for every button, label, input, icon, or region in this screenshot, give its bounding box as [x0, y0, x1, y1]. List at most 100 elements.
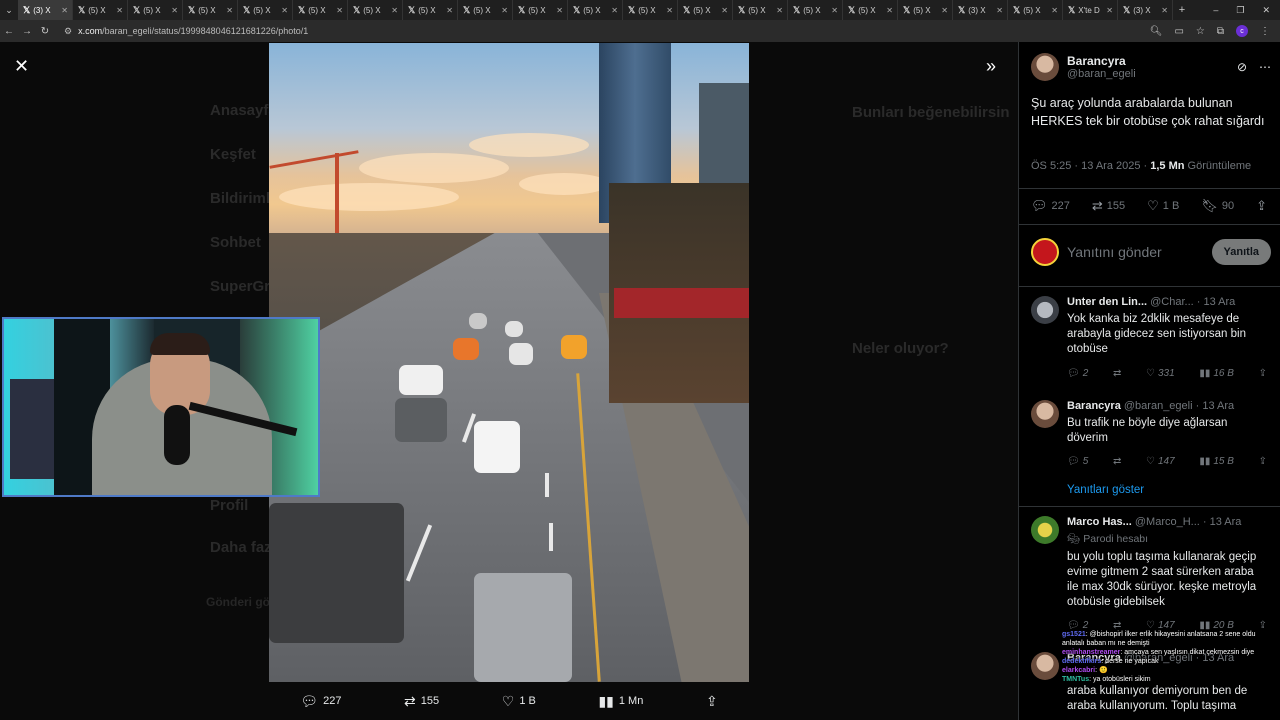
reply-item[interactable]: Barancyra @baran_egeli · 13 Ara Bu trafi… — [1031, 400, 1271, 480]
browser-tab[interactable]: 𝕏 (5) X ✕ — [898, 0, 953, 20]
reply-avatar[interactable] — [1031, 516, 1059, 544]
tweet-photo[interactable] — [269, 43, 749, 682]
tab-close-icon[interactable]: ✕ — [611, 6, 618, 15]
photo-reply-button[interactable]: 💬︎ 227 — [300, 693, 341, 710]
tab-close-icon[interactable]: ✕ — [996, 6, 1003, 15]
more-options-icon[interactable]: ⋯ — [1259, 60, 1271, 74]
reply-submit-button[interactable]: Yanıtla — [1211, 239, 1271, 265]
browser-tab[interactable]: 𝕏 X'te D ✕ — [1063, 0, 1118, 20]
reply-avatar[interactable] — [1031, 400, 1059, 428]
reply-handle[interactable]: @Marco_H... — [1135, 516, 1200, 528]
reply-views-button[interactable]: ▮▮ 15 B — [1199, 456, 1234, 467]
tab-close-icon[interactable]: ✕ — [666, 6, 673, 15]
browser-tab[interactable]: 𝕏 (5) X ✕ — [238, 0, 293, 20]
author-avatar[interactable] — [1031, 53, 1059, 81]
expand-panel-icon[interactable]: » — [986, 56, 996, 77]
like-button[interactable]: ♡ 1 B — [1147, 198, 1179, 214]
reply-reply-button[interactable]: 💬︎ 2 — [1067, 368, 1088, 379]
tab-close-icon[interactable]: ✕ — [391, 6, 398, 15]
reply-input[interactable]: Yanıtını gönder — [1067, 244, 1204, 260]
tab-close-icon[interactable]: ✕ — [281, 6, 288, 15]
browser-tab[interactable]: 𝕏 (5) X ✕ — [73, 0, 128, 20]
reply-avatar[interactable] — [1031, 652, 1059, 680]
reply-name[interactable]: Unter den Lin... — [1067, 296, 1147, 308]
zoom-icon[interactable]: 🔍︎ — [1150, 26, 1163, 37]
browser-tab[interactable]: 𝕏 (5) X ✕ — [568, 0, 623, 20]
browser-tab[interactable]: 𝕏 (5) X ✕ — [788, 0, 843, 20]
tab-close-icon[interactable]: ✕ — [941, 6, 948, 15]
photo-views-button[interactable]: ▮▮ 1 Mn — [598, 693, 643, 710]
reply-avatar[interactable] — [1031, 296, 1059, 324]
reply-like-button[interactable]: ♡ 147 — [1146, 456, 1175, 467]
minimize-icon[interactable]: – — [1213, 5, 1218, 16]
tab-close-icon[interactable]: ✕ — [336, 6, 343, 15]
share-button[interactable]: ⇪ — [1256, 198, 1267, 214]
browser-tab[interactable]: 𝕏 (5) X ✕ — [458, 0, 513, 20]
tab-close-icon[interactable]: ✕ — [501, 6, 508, 15]
close-photo-icon[interactable]: ✕ — [14, 56, 29, 77]
browser-tab[interactable]: 𝕏 (5) X ✕ — [733, 0, 788, 20]
repost-button[interactable]: ⇄ 155 — [1092, 198, 1125, 214]
browser-tab[interactable]: 𝕏 (5) X ✕ — [183, 0, 238, 20]
browser-tab[interactable]: 𝕏 (5) X ✕ — [293, 0, 348, 20]
bookmark-button[interactable]: 🔖︎ 90 — [1201, 198, 1234, 214]
photo-share-button[interactable]: ⇪ — [706, 693, 718, 710]
reply-repost-button[interactable]: ⇄ — [1113, 368, 1121, 379]
tab-close-icon[interactable]: ✕ — [776, 6, 783, 15]
tab-close-icon[interactable]: ✕ — [886, 6, 893, 15]
reply-name[interactable]: Marco Has... — [1067, 516, 1132, 528]
reply-date[interactable]: · 13 Ara — [1197, 296, 1236, 308]
reply-button[interactable]: 💬︎ 227 — [1031, 198, 1070, 214]
profile-avatar[interactable]: c — [1236, 25, 1248, 37]
photo-like-button[interactable]: ♡ 1 B — [502, 693, 536, 710]
forward-icon[interactable]: → — [18, 26, 36, 37]
author-handle[interactable]: @baran_egeli — [1067, 68, 1136, 80]
tab-close-icon[interactable]: ✕ — [116, 6, 123, 15]
reply-item[interactable]: Marco Has... @Marco_H... · 13 Ara 🎭︎ Par… — [1031, 516, 1271, 646]
reply-name[interactable]: Barancyra — [1067, 400, 1121, 412]
tab-close-icon[interactable]: ✕ — [556, 6, 563, 15]
browser-tab[interactable]: 𝕏 (5) X ✕ — [348, 0, 403, 20]
reply-like-button[interactable]: ♡ 331 — [1146, 368, 1175, 379]
browser-tab[interactable]: 𝕏 (3) X ✕ — [1118, 0, 1173, 20]
browser-tab[interactable]: 𝕏 (5) X ✕ — [623, 0, 678, 20]
tab-search-icon[interactable]: ⌄ — [0, 0, 18, 20]
tab-close-icon[interactable]: ✕ — [446, 6, 453, 15]
browser-tab[interactable]: 𝕏 (5) X ✕ — [513, 0, 568, 20]
reply-date[interactable]: · 13 Ara — [1196, 400, 1235, 412]
tab-close-icon[interactable]: ✕ — [831, 6, 838, 15]
extensions-icon[interactable]: ⧉ — [1217, 26, 1224, 37]
tab-close-icon[interactable]: ✕ — [721, 6, 728, 15]
browser-tab[interactable]: 𝕏 (5) X ✕ — [128, 0, 183, 20]
photo-repost-button[interactable]: ⇄ 155 — [404, 693, 439, 710]
tweet-time[interactable]: ÖS 5:25 · 13 Ara 2025 · — [1031, 160, 1150, 172]
bookmark-star-icon[interactable]: ☆ — [1196, 26, 1205, 37]
reply-handle[interactable]: @Char... — [1150, 296, 1194, 308]
tab-close-icon[interactable]: ✕ — [171, 6, 178, 15]
cast-icon[interactable]: ▭ — [1174, 26, 1183, 37]
tab-close-icon[interactable]: ✕ — [1106, 6, 1113, 15]
show-replies-link[interactable]: Yanıtları göster — [1067, 484, 1144, 496]
tab-close-icon[interactable]: ✕ — [226, 6, 233, 15]
url-field[interactable]: ⚙ x.com/baran_egeli/status/1999848046121… — [64, 26, 1150, 37]
browser-tab[interactable]: 𝕏 (5) X ✕ — [403, 0, 458, 20]
reply-repost-button[interactable]: ⇄ — [1113, 456, 1121, 467]
reply-share-button[interactable]: ⇪ — [1259, 456, 1267, 467]
site-info-icon[interactable]: ⚙ — [64, 26, 72, 37]
grok-icon[interactable]: ⊘ — [1237, 60, 1247, 74]
reply-item[interactable]: Unter den Lin... @Char... · 13 Ara Yok k… — [1031, 296, 1271, 396]
tab-close-icon[interactable]: ✕ — [1161, 6, 1168, 15]
browser-tab[interactable]: 𝕏 (5) X ✕ — [678, 0, 733, 20]
author-name[interactable]: Barancyra — [1067, 54, 1136, 68]
browser-tab[interactable]: 𝕏 (3) X ✕ — [953, 0, 1008, 20]
browser-tab[interactable]: 𝕏 (5) X ✕ — [843, 0, 898, 20]
reply-handle[interactable]: @baran_egeli — [1124, 400, 1193, 412]
new-tab-button[interactable]: + — [1173, 4, 1191, 16]
reload-icon[interactable]: ↻ — [36, 26, 54, 37]
browser-tab[interactable]: 𝕏 (3) X ✕ — [18, 0, 73, 20]
tab-close-icon[interactable]: ✕ — [1051, 6, 1058, 15]
browser-tab[interactable]: 𝕏 (5) X ✕ — [1008, 0, 1063, 20]
restore-icon[interactable]: ❐ — [1236, 5, 1244, 16]
reply-share-button[interactable]: ⇪ — [1259, 368, 1267, 379]
reply-reply-button[interactable]: 💬︎ 5 — [1067, 456, 1088, 467]
